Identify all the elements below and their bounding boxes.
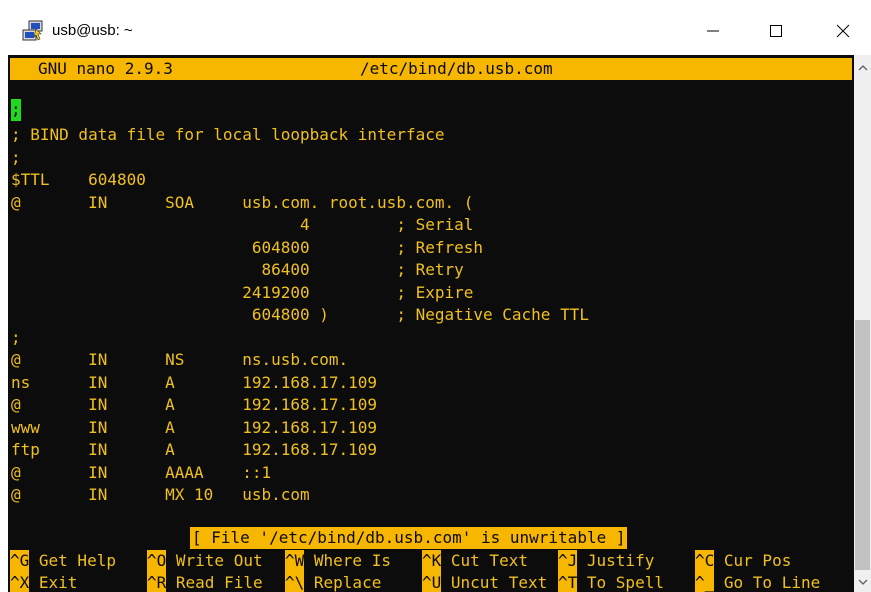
- shortcut-item[interactable]: ^G Get Help: [10, 550, 116, 572]
- shortcut-label: Where Is: [304, 551, 391, 570]
- title-bar[interactable]: usb@usb: ~: [0, 0, 871, 55]
- maximize-button[interactable]: [753, 14, 799, 48]
- file-line: @ IN SOA usb.com. root.usb.com. (: [11, 192, 474, 212]
- shortcut-label: Exit: [29, 573, 78, 592]
- shortcut-item[interactable]: ^_ Go To Line: [695, 572, 820, 592]
- shortcut-key: ^G: [10, 550, 30, 572]
- file-line: @ IN NS ns.usb.com.: [11, 350, 349, 369]
- file-line: ;: [11, 147, 21, 167]
- shortcut-label: Justify: [577, 551, 655, 570]
- shortcut-item[interactable]: ^R Read File: [147, 572, 263, 592]
- shortcut-key: ^C: [695, 550, 715, 572]
- file-line: www IN A 192.168.17.109: [11, 417, 378, 437]
- file-line: 4 ; Serial: [11, 215, 474, 234]
- minimize-icon: [707, 30, 719, 32]
- close-icon: [836, 24, 850, 38]
- putty-icon[interactable]: [22, 20, 44, 42]
- shortcut-item[interactable]: ^O Write Out: [147, 550, 263, 572]
- shortcut-item[interactable]: ^T To Spell: [558, 572, 664, 592]
- file-line: $TTL 604800: [11, 170, 146, 189]
- nano-header-bar: GNU nano 2.9.3 /etc/bind/db.usb.com: [10, 58, 852, 80]
- shortcut-item[interactable]: ^C Cur Pos: [695, 550, 791, 572]
- chevron-down-icon: [858, 579, 867, 585]
- vertical-scrollbar[interactable]: [854, 55, 871, 592]
- maximize-icon: [770, 25, 782, 37]
- chevron-up-icon: [858, 64, 867, 70]
- shortcut-key: ^T: [558, 572, 578, 592]
- shortcut-item[interactable]: ^\ Replace: [285, 572, 381, 592]
- file-line: 2419200 ; Expire: [11, 282, 474, 302]
- shortcut-key: ^O: [147, 550, 167, 572]
- shortcut-label: Read File: [166, 573, 263, 592]
- shortcut-item[interactable]: ^U Uncut Text: [422, 572, 547, 592]
- file-line: @ IN AAAA ::1: [11, 462, 272, 482]
- shortcut-key: ^_: [695, 572, 715, 592]
- shortcut-item[interactable]: ^X Exit: [10, 572, 77, 592]
- shortcut-item[interactable]: ^W Where Is: [285, 550, 391, 572]
- scroll-down-button[interactable]: [854, 573, 871, 590]
- shortcut-key: ^X: [10, 572, 30, 592]
- shortcut-label: Get Help: [29, 551, 116, 570]
- shortcut-label: Cut Text: [441, 551, 528, 570]
- file-line: 86400 ; Retry: [11, 260, 464, 279]
- window-title: usb@usb: ~: [52, 22, 133, 39]
- scroll-up-button[interactable]: [854, 59, 871, 76]
- shortcut-label: To Spell: [577, 573, 664, 592]
- terminal-area[interactable]: GNU nano 2.9.3 /etc/bind/db.usb.com ; ; …: [8, 55, 854, 592]
- shortcut-key: ^K: [422, 550, 442, 572]
- file-line: ;: [11, 327, 21, 347]
- shortcut-key: ^R: [147, 572, 167, 592]
- file-line: ; BIND data file for local loopback inte…: [11, 125, 445, 144]
- shortcut-key: ^\: [285, 572, 305, 592]
- minimize-button[interactable]: [690, 14, 736, 48]
- file-line: @ IN A 192.168.17.109: [11, 395, 378, 414]
- shortcut-label: Uncut Text: [441, 573, 548, 592]
- file-line: ftp IN A 192.168.17.109: [11, 440, 378, 459]
- shortcut-key: ^W: [285, 550, 305, 572]
- close-button[interactable]: [820, 14, 866, 48]
- terminal-window: usb@usb: ~ GNU nano 2.9.3 /etc/bind/db.u…: [0, 0, 871, 592]
- shortcut-label: Cur Pos: [714, 551, 792, 570]
- file-line: 604800 ) ; Negative Cache TTL: [11, 305, 589, 324]
- nano-version: GNU nano 2.9.3: [38, 59, 173, 78]
- file-line: 604800 ; Refresh: [11, 237, 484, 257]
- shortcut-item[interactable]: ^J Justify: [558, 550, 654, 572]
- scroll-thumb[interactable]: [855, 320, 870, 570]
- status-message: [ File '/etc/bind/db.usb.com' is unwrita…: [190, 527, 628, 549]
- file-line: @ IN MX 10 usb.com: [11, 485, 310, 504]
- shortcut-label: Write Out: [166, 551, 263, 570]
- file-line: ns IN A 192.168.17.109: [11, 372, 378, 392]
- nano-filename: /etc/bind/db.usb.com: [360, 59, 553, 78]
- shortcut-key: ^J: [558, 550, 578, 572]
- shortcut-label: Replace: [304, 573, 382, 592]
- shortcut-label: Go To Line: [714, 573, 821, 592]
- shortcut-item[interactable]: ^K Cut Text: [422, 550, 528, 572]
- shortcut-key: ^U: [422, 572, 442, 592]
- text-cursor: ;: [11, 99, 21, 121]
